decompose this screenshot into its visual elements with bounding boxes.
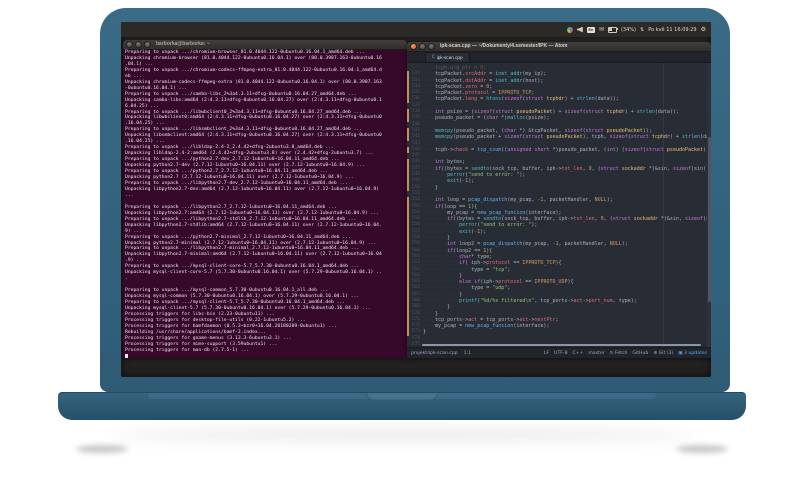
- updates-button[interactable]: ▣ 3 updates: [678, 351, 707, 356]
- github-button[interactable]: GitHub: [632, 351, 648, 356]
- terminal-maximize-button[interactable]: [144, 41, 151, 48]
- grammar-indicator[interactable]: C++: [573, 351, 584, 356]
- git-branch[interactable]: master: [588, 351, 604, 356]
- terminal-line: Unpacking chromium-browser (81.0.4044.12…: [125, 55, 382, 61]
- atom-minimize-button[interactable]: [419, 43, 426, 50]
- encoding-indicator[interactable]: UTF-8: [554, 351, 567, 356]
- mail-icon[interactable]: ✉: [599, 26, 604, 33]
- eol-indicator[interactable]: LF: [544, 351, 549, 356]
- terminal-close-button[interactable]: [126, 41, 133, 48]
- status-bar: projekt/ipk-scan.cpp 1:1 LF UTF-8 C++ maste…: [407, 347, 711, 358]
- vertical-scrollbar-thumb[interactable]: [707, 136, 711, 302]
- atom-window: ipk-scan.cpp — ~/Dokumenty/4.semester/IP…: [407, 42, 711, 358]
- git-fetch[interactable]: ↻ Fetch: [610, 351, 628, 356]
- terminal-line: Unpacking mysql-client-core-5.7 (5.7.30-…: [125, 270, 382, 276]
- top-panel: En ✉ (34%) ⇅ Po kvě 11 16:09:29 ⚙: [121, 22, 711, 38]
- editor[interactable]: 531 ····tcph.urg_ptr = 0; 532 ····tcpPacket…: [407, 63, 711, 347]
- terminal-cursor: [125, 353, 128, 358]
- sync-arrows-icon[interactable]: ⇅: [640, 27, 644, 33]
- terminal-line: Unpacking libpython2.7:amd64 (2.7.12-1ub…: [125, 210, 379, 216]
- terminal-minimize-button[interactable]: [135, 41, 142, 48]
- terminal-line: Unpacking chromium-codecs-ffmpeg-extra (…: [125, 79, 382, 85]
- atom-title: ipk-scan.cpp — ~/Dokumenty/4.semester/IP…: [440, 43, 568, 49]
- laptop-screen: En ✉ (34%) ⇅ Po kvě 11 16:09:29 ⚙ barbor…: [121, 22, 711, 377]
- atom-close-button[interactable]: [410, 43, 417, 50]
- keyboard-layout-indicator[interactable]: En: [586, 26, 595, 33]
- line-number: 575: [411, 342, 420, 347]
- right-foot-shadow: [676, 445, 728, 453]
- code-lines: 531 ····tcph.urg_ptr = 0; 532 ····tcpPacket…: [407, 65, 711, 347]
- session-gear-icon[interactable]: ⚙: [701, 26, 706, 33]
- status-cursor-position[interactable]: 1:1: [464, 351, 471, 356]
- battery-percent: (34%): [620, 26, 636, 33]
- terminal-line: Unpacking libwbclient0:amd64 (2:4.3.11+d…: [125, 115, 382, 121]
- terminal-line: Unpacking libsmbclient:amd64 (2:4.3.11+d…: [125, 133, 382, 139]
- vertical-scrollbar[interactable]: [707, 63, 711, 347]
- terminal-title: barborka@barborka: ~: [156, 41, 210, 47]
- status-right: LF UTF-8 C++ master ↻ Fetch GitHub ⊕ Git (3) ▣ …: [544, 351, 707, 356]
- terminal-window: barborka@barborka: ~ Preparing to unpack…: [123, 40, 407, 358]
- tab-bar: C ipk-scan.cpp: [407, 52, 711, 63]
- tab-ipk-scan[interactable]: C ipk-scan.cpp: [425, 52, 470, 62]
- battery-icon[interactable]: [607, 26, 618, 33]
- system-tray: En ✉ (34%) ⇅ Po kvě 11 16:09:29 ⚙: [566, 22, 706, 37]
- code-line: 531 ····tcph.urg_ptr = 0;: [407, 65, 711, 71]
- laptop-shadow: [110, 430, 696, 440]
- terminal-line: Unpacking libpython2.7-stdlib:amd64 (2.7…: [125, 222, 382, 228]
- code-line: 542 ····memcpy(pseudo_packet + sizeof(str…: [407, 134, 711, 141]
- volume-icon[interactable]: [576, 26, 583, 33]
- left-foot-shadow: [76, 445, 128, 453]
- code-line: 544 ····tcph->check = tcp_csum((unsigned …: [407, 146, 711, 154]
- terminal-line: Unpacking libpython2.7-minimal:amd64 (2.…: [125, 252, 382, 258]
- app-indicator-icon[interactable]: [566, 26, 573, 33]
- status-file-path[interactable]: projekt/ipk-scan.cpp: [411, 351, 458, 356]
- terminal-line: Unpacking samba-libs:amd64 (2:4.3.11+dfs…: [125, 97, 382, 103]
- base-notch: [366, 393, 438, 401]
- clock[interactable]: Po kvě 11 16:09:29: [648, 27, 696, 33]
- cpp-file-icon: C: [432, 55, 435, 60]
- atom-titlebar: ipk-scan.cpp — ~/Dokumenty/4.semester/IP…: [407, 42, 711, 52]
- terminal-line: Unpacking libpython2.7-dev:amd64 (2.7.12…: [125, 186, 379, 192]
- atom-maximize-button[interactable]: [428, 43, 435, 50]
- tab-label: ipk-scan.cpp: [436, 55, 463, 60]
- laptop-body: En ✉ (34%) ⇅ Po kvě 11 16:09:29 ⚙ barbor…: [100, 8, 730, 392]
- horizontal-scrollbar[interactable]: [422, 344, 701, 346]
- terminal-line: Preparing to unpack .../chromium-codecs-…: [125, 67, 382, 73]
- laptop-base: [58, 392, 746, 420]
- git-changes[interactable]: ⊕ Git (3): [653, 351, 673, 356]
- terminal-output[interactable]: Preparing to unpack .../chromium-browser…: [123, 49, 407, 358]
